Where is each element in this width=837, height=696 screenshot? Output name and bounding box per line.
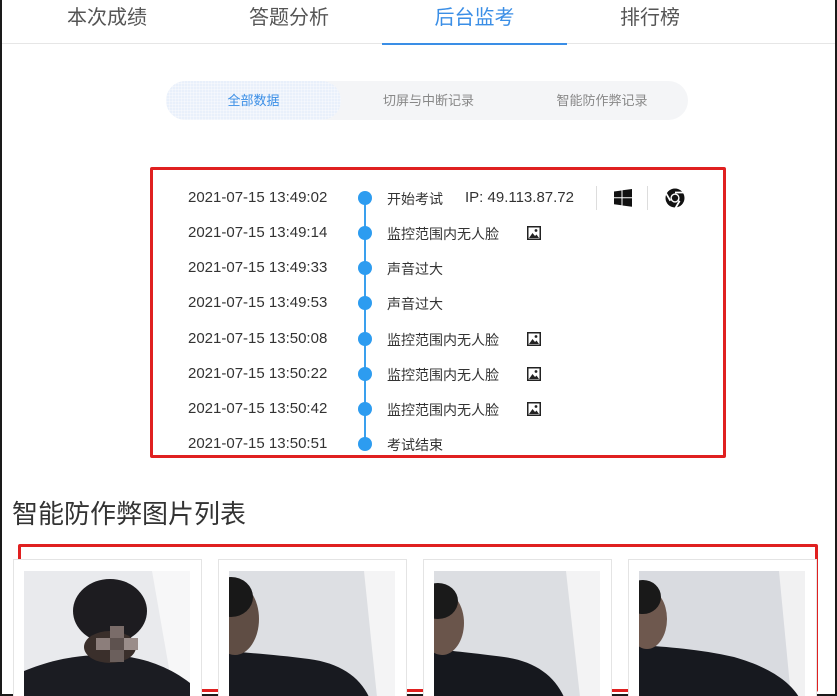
snapshot-image <box>639 571 805 696</box>
timeline-time: 2021-07-15 13:50:22 <box>188 365 328 382</box>
chrome-icon <box>665 188 685 208</box>
image-icon[interactable] <box>527 367 541 381</box>
timeline-row: 2021-07-15 13:50:08 监控范围内无人脸 <box>153 327 723 351</box>
windows-icon <box>614 189 632 207</box>
filter-all-data[interactable]: 全部数据 <box>166 81 341 120</box>
timeline-event: 监控范围内无人脸 <box>387 226 499 242</box>
snapshot-card[interactable] <box>423 559 612 696</box>
timeline-row: 2021-07-15 13:50:51 考试结束 <box>153 432 723 456</box>
timeline-event: 监控范围内无人脸 <box>387 402 499 418</box>
record-filter: 全部数据 切屏与中断记录 智能防作弊记录 <box>166 81 688 120</box>
timeline-time: 2021-07-15 13:49:02 <box>188 189 328 206</box>
main-tabs: 本次成绩 答题分析 后台监考 排行榜 <box>2 0 835 45</box>
timeline-time: 2021-07-15 13:49:14 <box>188 224 328 241</box>
tab-score[interactable]: 本次成绩 <box>32 0 182 44</box>
filter-anti-cheat-records[interactable]: 智能防作弊记录 <box>516 81 688 120</box>
timeline-dot <box>358 437 372 451</box>
divider <box>647 186 648 210</box>
timeline-row: 2021-07-15 13:49:53 声音过大 <box>153 291 723 315</box>
timeline-row: 2021-07-15 13:49:33 声音过大 <box>153 256 723 280</box>
tab-ranking[interactable]: 排行榜 <box>575 0 725 44</box>
timeline-row: 2021-07-15 13:49:02 开始考试 IP: 49.113.87.7… <box>153 186 723 210</box>
timeline-dot <box>358 296 372 310</box>
timeline-time: 2021-07-15 13:50:51 <box>188 435 328 452</box>
divider <box>596 186 597 210</box>
timeline-panel: 2021-07-15 13:49:02 开始考试 IP: 49.113.87.7… <box>150 167 726 458</box>
tab-answer-analysis[interactable]: 答题分析 <box>214 0 364 44</box>
ip-address: IP: 49.113.87.72 <box>465 189 574 206</box>
timeline-time: 2021-07-15 13:49:33 <box>188 259 328 276</box>
timeline-row: 2021-07-15 13:50:22 监控范围内无人脸 <box>153 362 723 386</box>
timeline-time: 2021-07-15 13:50:08 <box>188 330 328 347</box>
snapshot-card[interactable] <box>628 559 817 696</box>
timeline-event: 监控范围内无人脸 <box>387 367 499 383</box>
timeline-dot <box>358 367 372 381</box>
section-title: 智能防作弊图片列表 <box>12 499 247 529</box>
timeline-event: 监控范围内无人脸 <box>387 332 499 348</box>
timeline-dot <box>358 226 372 240</box>
timeline-event: 声音过大 <box>387 296 443 312</box>
filter-switch-screen-records[interactable]: 切屏与中断记录 <box>341 81 516 120</box>
timeline-event: 开始考试 <box>387 191 443 207</box>
timeline-row: 2021-07-15 13:49:14 监控范围内无人脸 <box>153 221 723 245</box>
timeline-row: 2021-07-15 13:50:42 监控范围内无人脸 <box>153 397 723 421</box>
anti-cheat-image-list <box>13 544 818 696</box>
timeline-dot <box>358 261 372 275</box>
timeline-event: 声音过大 <box>387 261 443 277</box>
timeline-dot <box>358 191 372 205</box>
image-icon[interactable] <box>527 332 541 346</box>
timeline-dot <box>358 332 372 346</box>
snapshot-image <box>24 571 190 696</box>
snapshot-image <box>229 571 395 696</box>
timeline-event: 考试结束 <box>387 437 443 453</box>
timeline-dot <box>358 402 372 416</box>
snapshot-card[interactable] <box>13 559 202 696</box>
tab-proctoring[interactable]: 后台监考 <box>382 0 567 45</box>
image-icon[interactable] <box>527 402 541 416</box>
snapshot-image <box>434 571 600 696</box>
timeline-time: 2021-07-15 13:49:53 <box>188 294 328 311</box>
timeline-time: 2021-07-15 13:50:42 <box>188 400 328 417</box>
image-icon[interactable] <box>527 226 541 240</box>
snapshot-card[interactable] <box>218 559 407 696</box>
